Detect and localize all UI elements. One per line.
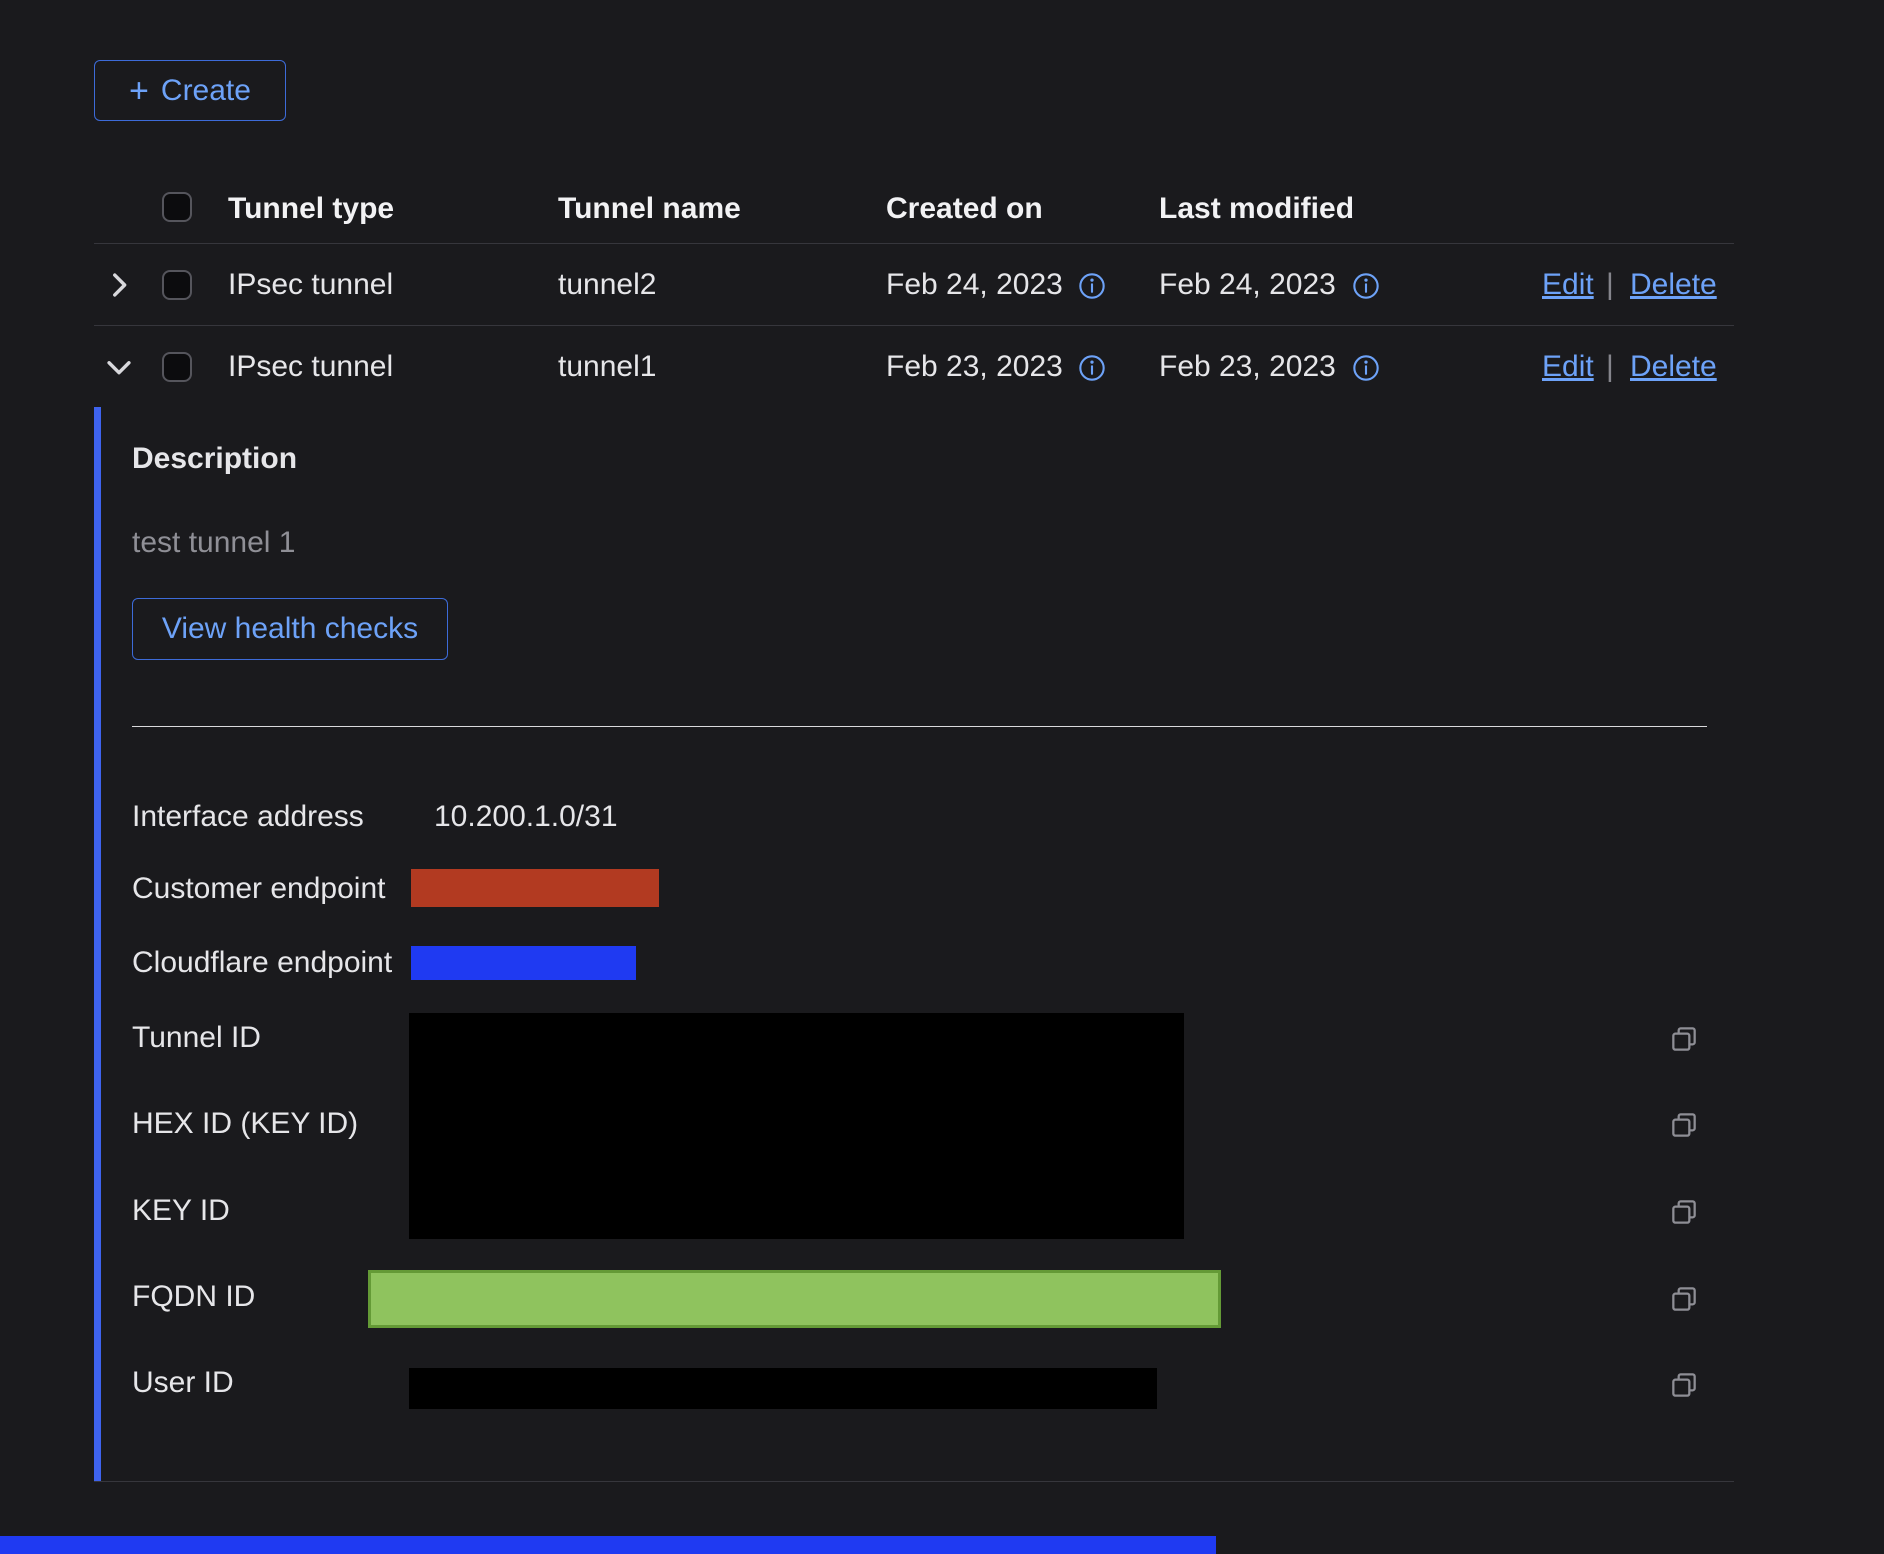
copy-icon	[1668, 1283, 1700, 1315]
copy-icon	[1668, 1369, 1700, 1401]
panel-bottom-divider	[94, 1481, 1734, 1482]
user-id-label: User ID	[132, 1366, 234, 1400]
cloudflare-endpoint-label: Cloudflare endpoint	[132, 946, 392, 980]
created-on-cell: Feb 23, 2023	[886, 350, 1063, 384]
row-checkbox[interactable]	[162, 270, 192, 300]
collapse-row-chevron-down-icon[interactable]	[102, 350, 136, 384]
tunnel-id-label: Tunnel ID	[132, 1021, 261, 1055]
copy-fqdn-id-button[interactable]	[1668, 1283, 1700, 1315]
info-icon[interactable]	[1352, 272, 1380, 300]
copy-key-id-button[interactable]	[1668, 1196, 1700, 1228]
ipsec-tunnels-page: + Create Tunnel type Tunnel name Created…	[0, 0, 1884, 1554]
tunnel-name-cell: tunnel1	[558, 350, 656, 384]
create-button[interactable]: + Create	[94, 60, 286, 121]
header-divider	[94, 243, 1734, 244]
select-all-checkbox[interactable]	[162, 192, 192, 222]
tunnel-type-cell: IPsec tunnel	[228, 350, 393, 384]
detail-divider	[132, 726, 1707, 727]
description-label: Description	[132, 442, 297, 476]
tunnel-name-cell: tunnel2	[558, 268, 656, 302]
edit-link[interactable]: Edit	[1542, 268, 1594, 302]
interface-address-value: 10.200.1.0/31	[434, 800, 618, 834]
copy-icon	[1668, 1109, 1700, 1141]
customer-endpoint-redaction	[411, 869, 659, 907]
info-icon[interactable]	[1078, 354, 1106, 382]
copy-tunnel-id-button[interactable]	[1668, 1023, 1700, 1055]
delete-link[interactable]: Delete	[1630, 268, 1717, 302]
fqdn-id-label: FQDN ID	[132, 1280, 255, 1314]
column-header-created-on: Created on	[886, 192, 1043, 226]
last-modified-cell: Feb 23, 2023	[1159, 350, 1336, 384]
plus-icon: +	[129, 76, 149, 106]
copy-icon	[1668, 1196, 1700, 1228]
create-button-label: Create	[161, 74, 251, 108]
created-on-cell: Feb 24, 2023	[886, 268, 1063, 302]
cloudflare-endpoint-redaction	[411, 946, 636, 980]
delete-link[interactable]: Delete	[1630, 350, 1717, 384]
column-header-tunnel-name: Tunnel name	[558, 192, 741, 226]
tunnel-type-cell: IPsec tunnel	[228, 268, 393, 302]
last-modified-cell: Feb 24, 2023	[1159, 268, 1336, 302]
interface-address-label: Interface address	[132, 800, 364, 834]
view-health-checks-label: View health checks	[162, 612, 418, 646]
info-icon[interactable]	[1352, 354, 1380, 382]
row-divider	[94, 325, 1734, 326]
column-header-last-modified: Last modified	[1159, 192, 1354, 226]
hex-id-label: HEX ID (KEY ID)	[132, 1107, 358, 1141]
user-id-redaction	[409, 1368, 1157, 1409]
customer-endpoint-label: Customer endpoint	[132, 872, 385, 906]
view-health-checks-button[interactable]: View health checks	[132, 598, 448, 660]
description-value: test tunnel 1	[132, 526, 295, 560]
panel-accent-bar	[94, 407, 101, 1481]
action-separator: |	[1606, 350, 1614, 384]
copy-hex-id-button[interactable]	[1668, 1109, 1700, 1141]
row-checkbox[interactable]	[162, 352, 192, 382]
edit-link[interactable]: Edit	[1542, 350, 1594, 384]
copy-user-id-button[interactable]	[1668, 1369, 1700, 1401]
copy-icon	[1668, 1023, 1700, 1055]
fqdn-id-redaction	[368, 1270, 1221, 1328]
key-id-label: KEY ID	[132, 1194, 230, 1228]
action-separator: |	[1606, 268, 1614, 302]
expand-row-chevron-right-icon[interactable]	[102, 268, 136, 302]
column-header-tunnel-type: Tunnel type	[228, 192, 394, 226]
info-icon[interactable]	[1078, 272, 1106, 300]
tunnel-id-redaction	[409, 1013, 1184, 1239]
bottom-redaction-bar	[0, 1536, 1216, 1554]
